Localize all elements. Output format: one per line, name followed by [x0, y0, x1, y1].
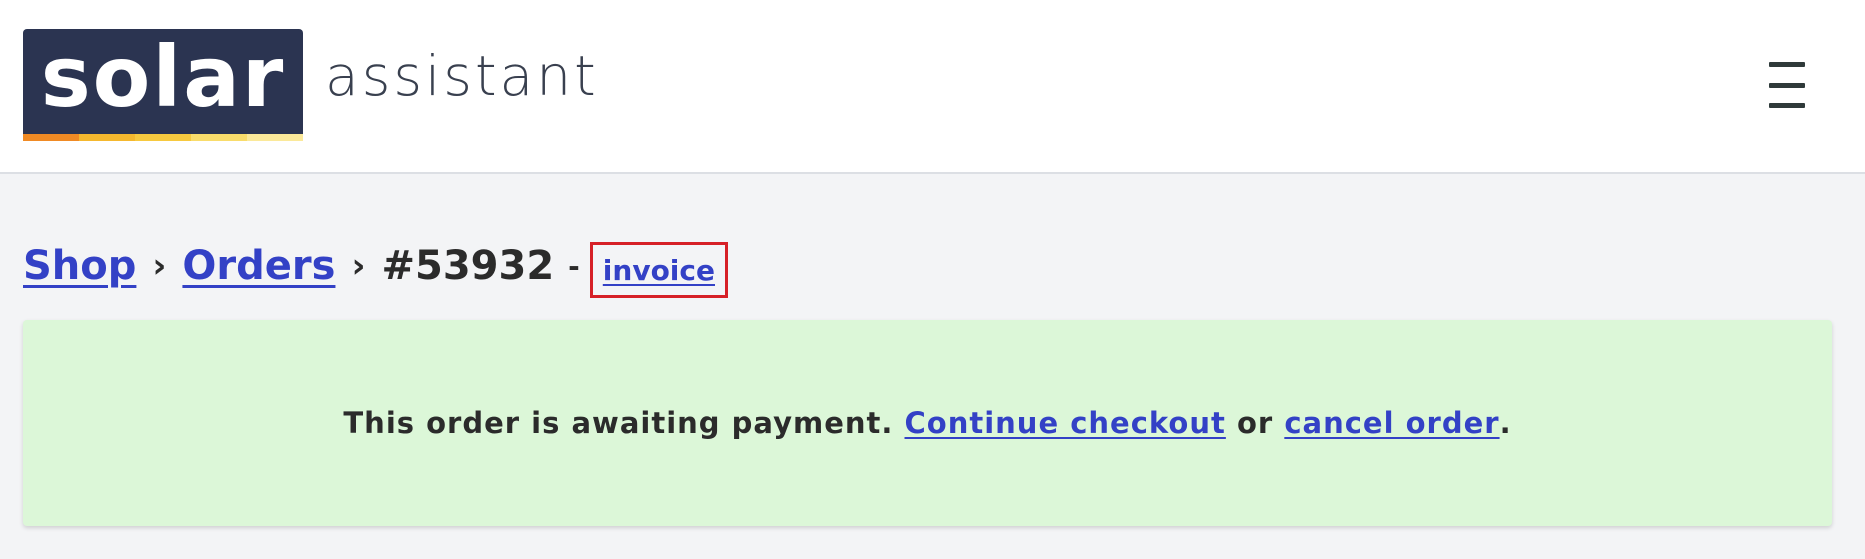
invoice-highlight: invoice — [589, 242, 728, 298]
breadcrumb-separator: › — [351, 246, 366, 286]
notice-text: This order is awaiting payment. — [343, 406, 894, 440]
payment-notice: This order is awaiting payment. Continue… — [23, 320, 1832, 526]
notice-period: . — [1499, 406, 1512, 440]
hamburger-menu-icon[interactable] — [1760, 62, 1814, 108]
continue-checkout-link[interactable]: Continue checkout — [905, 406, 1226, 440]
breadcrumb: Shop › Orders › #53932 - invoice — [23, 236, 728, 298]
logo-tagline: assistant — [325, 44, 599, 108]
breadcrumb-orders-link[interactable]: Orders — [182, 243, 335, 289]
logo-color-stripe — [23, 134, 303, 141]
breadcrumb-shop-link[interactable]: Shop — [23, 243, 136, 289]
cancel-order-link[interactable]: cancel order — [1284, 406, 1499, 440]
breadcrumb-separator: › — [152, 246, 167, 286]
logo-mark: solar — [23, 29, 303, 141]
site-logo[interactable]: solar assistant — [23, 29, 599, 141]
order-number: #53932 — [381, 243, 555, 289]
notice-or-text: or — [1236, 406, 1274, 440]
site-header: solar assistant — [0, 0, 1865, 174]
logo-brand-text: solar — [40, 29, 286, 126]
breadcrumb-dash: - — [568, 249, 580, 283]
invoice-link[interactable]: invoice — [603, 254, 715, 287]
